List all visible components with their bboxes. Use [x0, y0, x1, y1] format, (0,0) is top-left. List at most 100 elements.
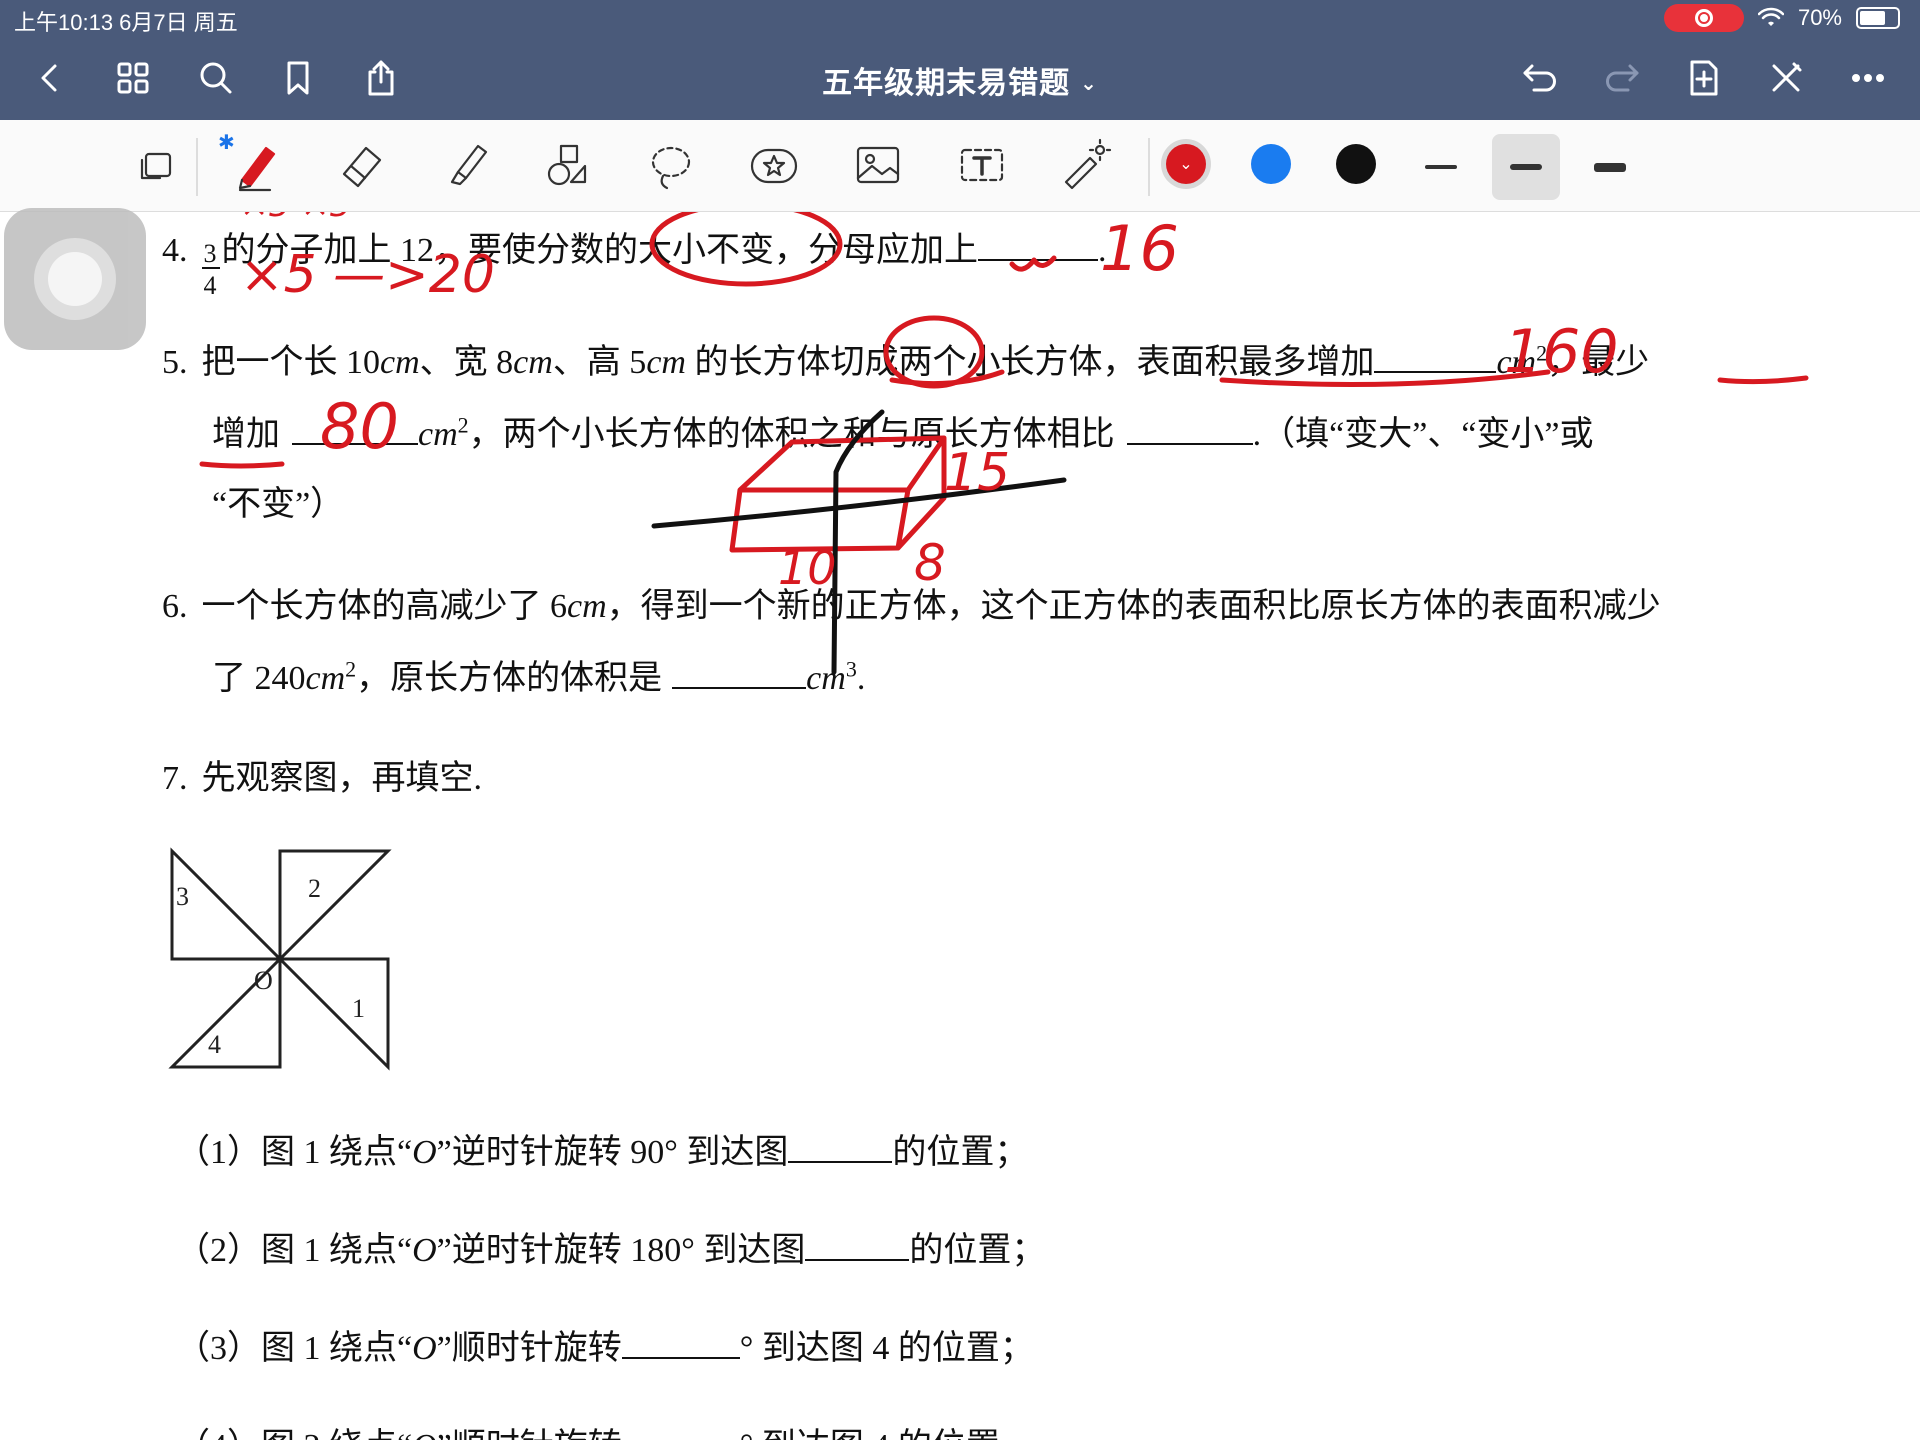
laser-tool[interactable]	[1050, 132, 1118, 200]
figure-label-o: O	[254, 966, 273, 995]
eraser-tool[interactable]	[328, 132, 396, 200]
question-text: ° 到达图 4 的位置	[740, 1428, 1000, 1440]
question-5-line-1: 5. 把一个长 10cm、宽 8cm、高 5cm 的长方体切成两个小长方体，表面积…	[162, 334, 1649, 383]
status-bar: 上午10:13 6月7日 周五 70%	[0, 0, 1920, 36]
unit-text: cm	[418, 416, 458, 453]
drawing-toolbar: ✱ ⌄	[0, 120, 1920, 212]
unit-text: cm	[1496, 344, 1537, 381]
question-text: 增加	[212, 416, 280, 453]
answer-blank[interactable]	[788, 1133, 893, 1163]
add-page-icon	[1690, 60, 1718, 96]
undo-icon	[1523, 64, 1556, 92]
highlighter-tool[interactable]	[432, 132, 500, 200]
screen-recording-icon[interactable]	[1663, 4, 1744, 32]
sticker-icon	[750, 148, 798, 184]
answer-blank[interactable]	[622, 1427, 740, 1440]
tools-button[interactable]	[1760, 52, 1812, 104]
question-text: “不变”）	[212, 486, 345, 523]
document-title: 五年级期末易错题	[822, 67, 1071, 100]
color-black-swatch[interactable]	[1336, 144, 1376, 184]
wifi-icon	[1757, 7, 1784, 26]
stroke-thin-button[interactable]	[1407, 134, 1475, 200]
answer-blank[interactable]	[621, 1329, 740, 1359]
toolbar-divider	[1148, 138, 1150, 196]
question-text: 的位置；	[892, 1134, 1029, 1171]
pen-tool[interactable]	[222, 132, 290, 200]
color-blue-swatch[interactable]	[1251, 144, 1291, 184]
document-page[interactable]: 4. 3 4 的分子加上 12，要使分数的大小不变，分母应加上. 5. 把一个长 10c…	[0, 212, 1920, 1440]
stroke-medium-button[interactable]	[1492, 134, 1560, 200]
figure-label-4: 4	[208, 1030, 221, 1059]
question-text: ，原长方体的体积是	[356, 660, 663, 697]
figure-label-3: 3	[176, 882, 189, 911]
shapes-tool[interactable]	[535, 132, 603, 200]
pen-icon	[238, 146, 276, 192]
answer-blank[interactable]	[805, 1231, 910, 1261]
question-6-line-1: 6. 一个长方体的高减少了 6cm，得到一个新的正方体，这个正方体的表面积比原长方…	[162, 578, 1661, 627]
handwriting-q4-answer: 16	[1100, 212, 1179, 285]
question-text: ° 到达图 4 的位置；	[739, 1330, 1034, 1367]
question-7: 7. 先观察图，再填空.	[162, 750, 482, 799]
question-text: （2）图 1 绕点“	[176, 1232, 413, 1269]
question-5-line-2: 增加 cm2，两个小长方体的体积之和与原长方体相比 .（填“变大”、“变小”或	[212, 406, 1594, 455]
subquestion-3: （3）图 1 绕点“O”顺时针旋转 ° 到达图 4 的位置；	[176, 1320, 1034, 1369]
question-number: 7.	[162, 760, 188, 797]
question-text: 的分子加上 12，要使分数的大小不变，分母应加上	[221, 232, 979, 269]
fraction-denominator: 4	[203, 271, 217, 300]
subquestion-1: （1）图 1 绕点“O”逆时针旋转 90° 到达图 的位置；	[176, 1124, 1028, 1173]
stroke-thick-button[interactable]	[1576, 134, 1644, 200]
point-label: O	[412, 1232, 437, 1269]
question-text: （3）图 1 绕点“	[176, 1330, 413, 1367]
lasso-tool[interactable]	[637, 132, 705, 200]
unit-text: cm	[305, 660, 346, 697]
question-text: .（填“变大”、“变小”或	[1252, 416, 1594, 453]
answer-blank[interactable]	[292, 415, 418, 445]
battery-percent: 70%	[1797, 5, 1842, 30]
battery-icon	[1856, 7, 1900, 29]
question-text: （1）图 1 绕点“	[176, 1134, 413, 1171]
add-page-button[interactable]	[1678, 52, 1730, 104]
highlighter-icon	[450, 144, 488, 186]
question-text: 一个长方体的高减少了 6	[201, 588, 568, 625]
unit-text: cm	[806, 660, 846, 697]
navigation-bar: 五年级期末易错题 ⌄	[0, 36, 1920, 120]
question-number: 6.	[162, 588, 188, 625]
sticker-tool[interactable]	[740, 132, 808, 200]
exponent: 3	[845, 656, 857, 682]
question-text: ”逆时针旋转 180° 到达图	[436, 1232, 806, 1269]
answer-blank[interactable]	[978, 231, 1098, 261]
answer-blank[interactable]	[1126, 415, 1253, 445]
unit-text: cm	[567, 588, 607, 625]
text-tool[interactable]	[948, 132, 1016, 200]
underline-mark	[199, 461, 285, 469]
question-text: 的位置；	[909, 1232, 1046, 1269]
pinwheel-figure: 3 2 O 1 4	[168, 847, 394, 1075]
eraser-icon	[342, 146, 382, 188]
question-text: ，两个小长方体的体积之和与原长方体相比	[468, 416, 1115, 453]
question-text: 先观察图，再填空.	[201, 760, 483, 797]
answer-blank[interactable]	[672, 659, 807, 689]
question-end: .	[1098, 232, 1107, 269]
assistive-touch-button[interactable]	[4, 208, 146, 350]
question-text: 把一个长 10	[201, 344, 381, 381]
image-tool[interactable]	[844, 132, 912, 200]
question-text: ”逆时针旋转 90° 到达图	[436, 1134, 789, 1171]
point-label: O	[412, 1428, 437, 1440]
subquestion-4: （4）图 2 绕点“O”顺时针旋转 ° 到达图 4 的位置	[176, 1418, 1000, 1440]
redo-icon	[1606, 64, 1639, 92]
page-lasso-tool[interactable]	[122, 132, 190, 200]
color-red-swatch[interactable]: ⌄	[1166, 144, 1206, 184]
question-5-line-3: “不变”）	[212, 476, 344, 525]
stroke-medium-icon	[1510, 164, 1542, 170]
question-number: 4.	[162, 232, 188, 269]
shapes-icon	[547, 144, 587, 186]
horizontal-axis-line	[651, 477, 1067, 529]
more-button[interactable]	[1842, 52, 1894, 104]
question-text: 、宽 8	[419, 344, 514, 381]
answer-blank[interactable]	[1374, 343, 1497, 373]
undo-button[interactable]	[1514, 52, 1566, 104]
redo-button[interactable]	[1596, 52, 1648, 104]
unit-text: cm	[380, 344, 420, 381]
point-label: O	[412, 1134, 437, 1171]
question-number: 5.	[162, 344, 188, 381]
